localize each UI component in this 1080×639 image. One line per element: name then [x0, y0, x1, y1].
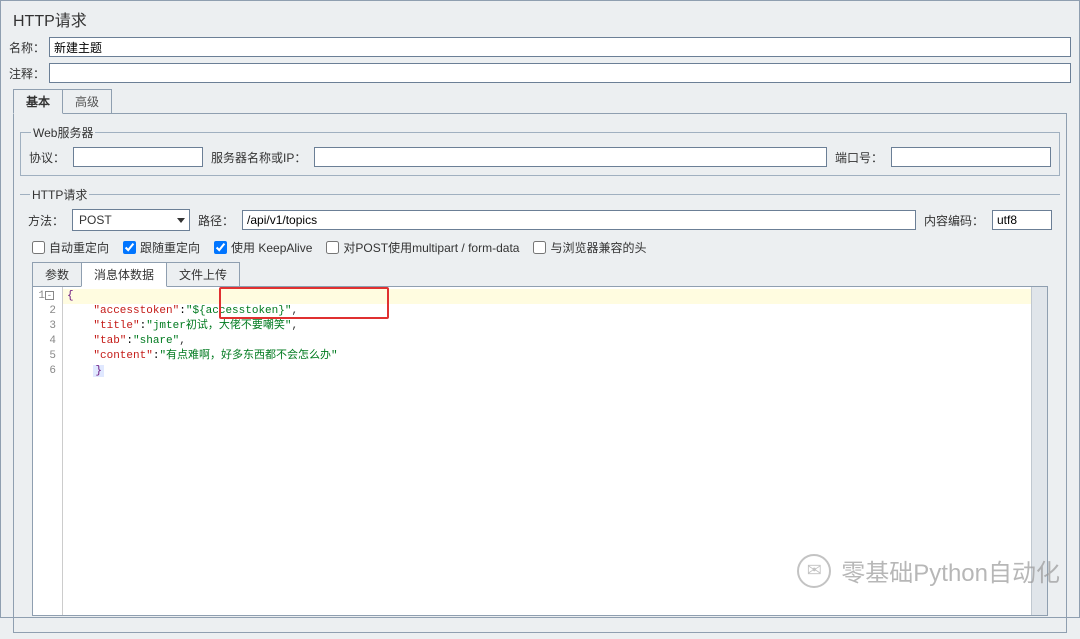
webserver-legend: Web服务器 — [31, 124, 95, 141]
chevron-down-icon — [177, 218, 185, 223]
vertical-scrollbar[interactable] — [1031, 287, 1047, 615]
keepalive-checkbox[interactable]: 使用 KeepAlive — [214, 239, 312, 256]
fold-icon[interactable]: - — [45, 291, 54, 300]
httpreq-group: HTTP请求 方法： POST 路径： 内容编码： 自动重定向 跟随重定向 使用… — [20, 186, 1060, 616]
auto-redirect-checkbox[interactable]: 自动重定向 — [32, 239, 109, 256]
method-label: 方法： — [28, 212, 64, 229]
multipart-checkbox[interactable]: 对POST使用multipart / form-data — [326, 239, 519, 256]
line-gutter: 1- 23456 — [33, 287, 63, 615]
tab-basic[interactable]: 基本 — [13, 89, 63, 114]
server-input[interactable] — [314, 147, 827, 167]
subtab-params[interactable]: 参数 — [32, 262, 82, 287]
encoding-input[interactable] — [992, 210, 1052, 230]
body-editor[interactable]: 1- 23456 { "accesstoken":"${accesstoken}… — [32, 286, 1048, 616]
method-value: POST — [79, 213, 112, 227]
subtab-upload[interactable]: 文件上传 — [166, 262, 240, 287]
panel-title: HTTP请求 — [13, 7, 1071, 31]
server-label: 服务器名称或IP： — [211, 149, 306, 166]
follow-redirect-checkbox[interactable]: 跟随重定向 — [123, 239, 200, 256]
method-select[interactable]: POST — [72, 209, 190, 231]
path-input[interactable] — [242, 210, 916, 230]
port-input[interactable] — [891, 147, 1051, 167]
encoding-label: 内容编码： — [924, 212, 984, 229]
httpreq-legend: HTTP请求 — [30, 186, 89, 203]
name-input[interactable] — [49, 37, 1071, 57]
webserver-group: Web服务器 协议： 服务器名称或IP： 端口号： — [20, 124, 1060, 176]
comment-label: 注释： — [9, 65, 49, 82]
protocol-label: 协议： — [29, 149, 65, 166]
port-label: 端口号： — [835, 149, 883, 166]
protocol-input[interactable] — [73, 147, 203, 167]
name-label: 名称： — [9, 39, 49, 56]
path-label: 路径： — [198, 212, 234, 229]
browser-headers-checkbox[interactable]: 与浏览器兼容的头 — [533, 239, 646, 256]
tab-advanced[interactable]: 高级 — [62, 89, 112, 114]
comment-input[interactable] — [49, 63, 1071, 83]
subtab-body[interactable]: 消息体数据 — [81, 262, 167, 287]
